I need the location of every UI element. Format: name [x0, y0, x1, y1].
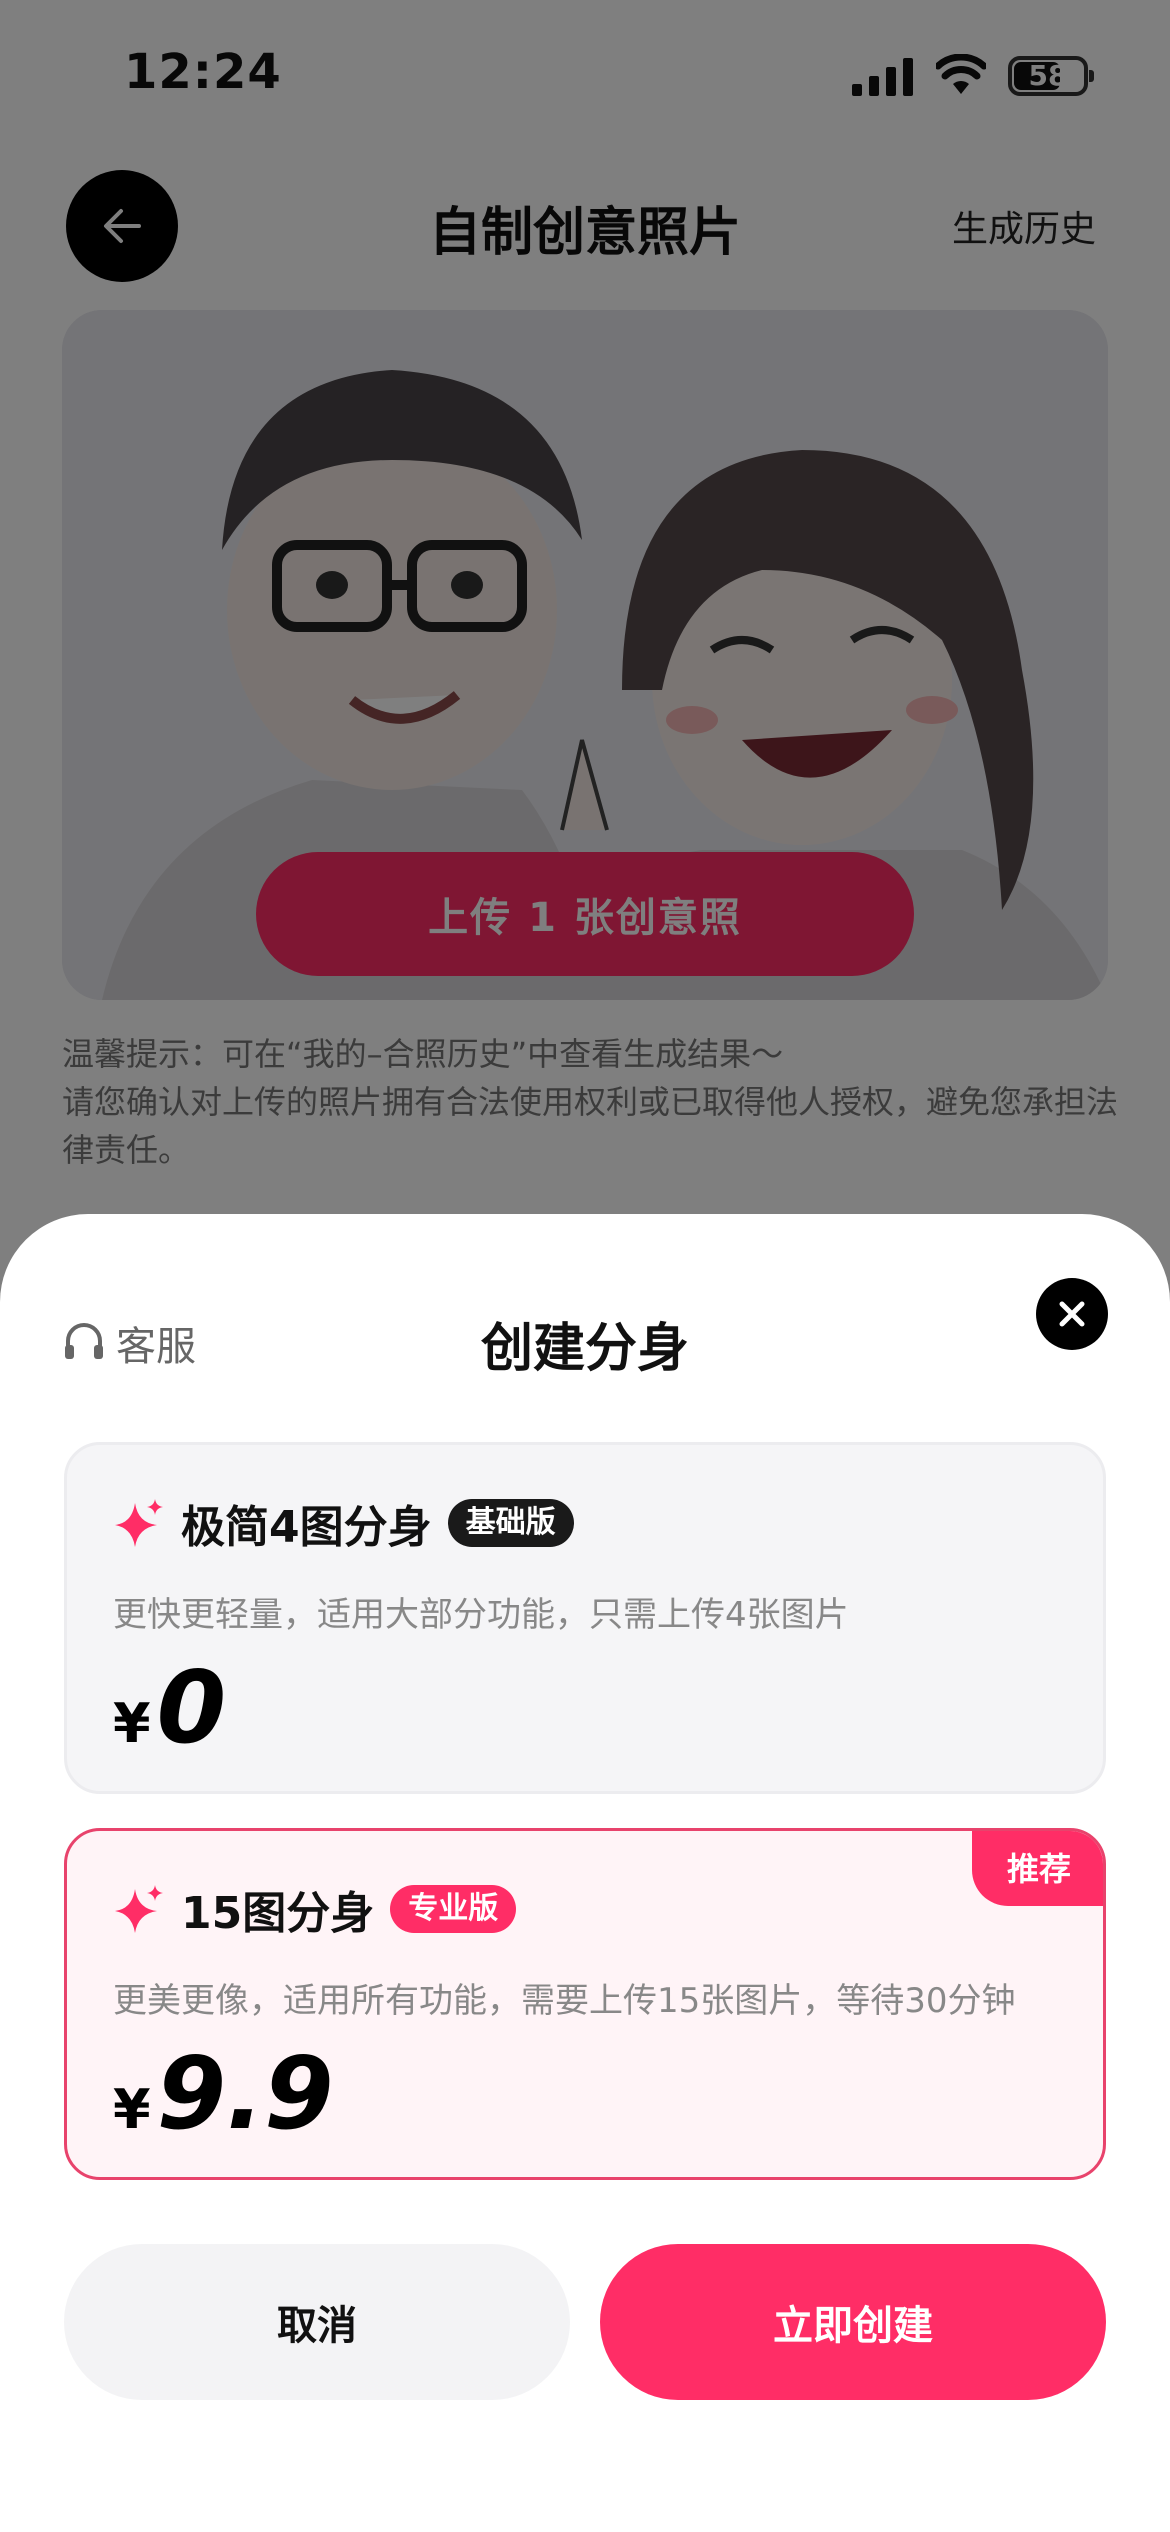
plan-card-basic[interactable]: 极简4图分身 基础版 更快更轻量，适用大部分功能，只需上传4张图片 ¥ 0: [64, 1442, 1106, 1794]
plan-price: ¥ 0: [113, 1649, 226, 1766]
create-avatar-sheet: 客服 创建分身 极简4图分身 基础版 更快更轻量，适用大部分功能，只需上传4张图…: [0, 1214, 1170, 2532]
close-button[interactable]: [1036, 1278, 1108, 1350]
plan-card-pro[interactable]: 推荐 15图分身 专业版 更美更像，适用所有功能，需要上传15张图片，等待30分…: [64, 1828, 1106, 2180]
plan-name: 15图分身: [181, 1888, 375, 1939]
plan-description: 更美更像，适用所有功能，需要上传15张图片，等待30分钟: [113, 1981, 1016, 2021]
sheet-title: 创建分身: [480, 1319, 689, 1379]
sparkle-icon: [115, 1499, 163, 1547]
plan-header: 15图分身 专业版: [113, 1877, 517, 1941]
plan-description: 更快更轻量，适用大部分功能，只需上传4张图片: [113, 1595, 849, 1635]
cancel-button[interactable]: 取消: [64, 2244, 570, 2400]
price-currency: ¥: [113, 1692, 151, 1755]
price-currency: ¥: [113, 2078, 151, 2141]
plan-name: 极简4图分身: [181, 1502, 432, 1553]
plan-price: ¥ 9.9: [113, 2035, 334, 2152]
create-now-button[interactable]: 立即创建: [600, 2244, 1106, 2400]
price-amount: 0: [156, 1649, 227, 1766]
plan-badge: 基础版: [447, 1499, 574, 1547]
price-amount: 9.9: [156, 2035, 334, 2152]
sparkle-icon: [115, 1885, 163, 1933]
plan-header: 极简4图分身 基础版: [113, 1491, 574, 1555]
app-screen: 12:24 58 自制创意照片 生成历史: [0, 0, 1170, 2532]
recommend-tag: 推荐: [972, 1831, 1103, 1906]
close-icon: [1059, 1301, 1085, 1327]
plan-badge: 专业版: [390, 1885, 517, 1933]
